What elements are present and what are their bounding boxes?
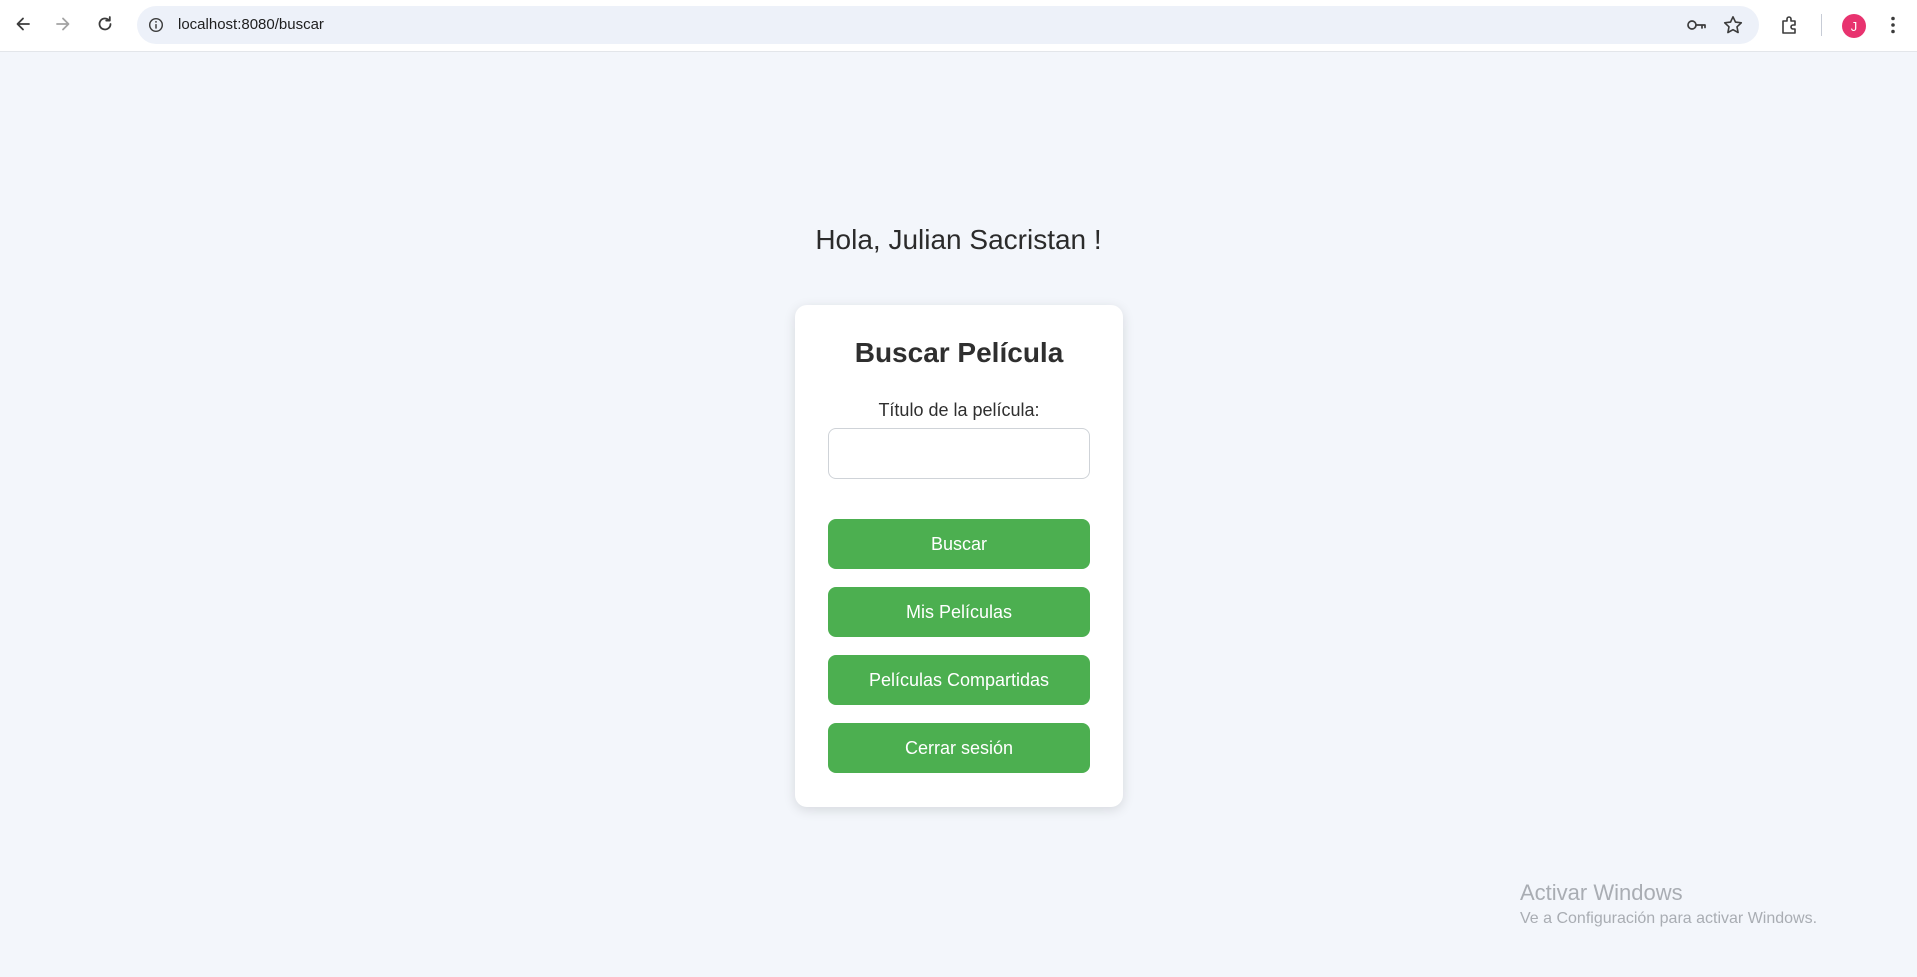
bookmark-star-icon[interactable] bbox=[1722, 14, 1744, 36]
extensions-button[interactable] bbox=[1775, 10, 1805, 40]
browser-toolbar: localhost:8080/buscar J bbox=[0, 0, 1917, 52]
back-button[interactable] bbox=[7, 8, 39, 40]
arrow-left-icon bbox=[16, 17, 30, 31]
card-title: Buscar Película bbox=[854, 337, 1064, 368]
my-movies-button[interactable]: Mis Películas bbox=[828, 587, 1090, 637]
arrow-right-icon bbox=[56, 17, 70, 31]
greeting-text: Hola, Julian Sacristan ! bbox=[815, 224, 1102, 255]
movie-title-input[interactable] bbox=[828, 428, 1090, 479]
reload-icon bbox=[98, 16, 112, 31]
search-card: Buscar Película Título de la película: B… bbox=[795, 305, 1123, 807]
watermark-subtitle: Ve a Configuración para activar Windows. bbox=[1520, 910, 1818, 927]
puzzle-icon bbox=[1782, 16, 1796, 34]
url-text[interactable]: localhost:8080/buscar bbox=[178, 16, 324, 33]
address-bar[interactable]: localhost:8080/buscar bbox=[137, 6, 1759, 44]
site-info-icon[interactable] bbox=[146, 15, 166, 35]
more-vert-icon bbox=[1891, 16, 1895, 34]
reload-button[interactable] bbox=[89, 8, 121, 40]
toolbar-divider bbox=[1821, 14, 1822, 36]
forward-button[interactable] bbox=[47, 8, 79, 40]
watermark-title: Activar Windows bbox=[1520, 880, 1683, 905]
key-icon[interactable] bbox=[1685, 14, 1707, 36]
shared-movies-button[interactable]: Películas Compartidas bbox=[828, 655, 1090, 705]
profile-avatar[interactable]: J bbox=[1842, 14, 1866, 38]
search-button[interactable]: Buscar bbox=[828, 519, 1090, 569]
movie-title-label: Título de la película: bbox=[878, 400, 1040, 420]
logout-button[interactable]: Cerrar sesión bbox=[828, 723, 1090, 773]
windows-activation-watermark: Activar Windows Ve a Configuración para … bbox=[1520, 880, 1817, 928]
browser-menu-button[interactable] bbox=[1878, 10, 1908, 40]
